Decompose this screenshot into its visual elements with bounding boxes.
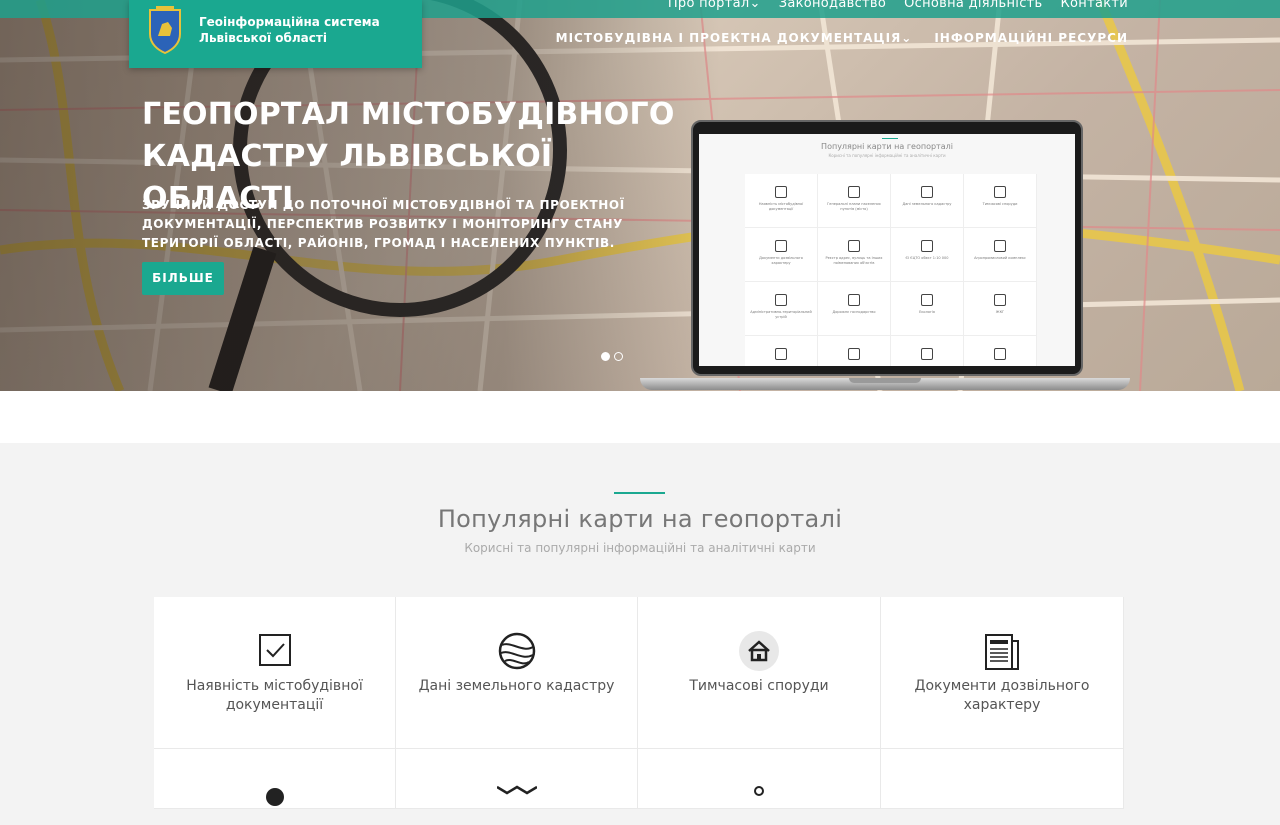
mini-accent-line [882, 138, 898, 139]
map-card-label: Дані земельного кадастру [418, 678, 615, 694]
checkbox-icon [258, 634, 291, 666]
hero-subtitle: ЗРУЧНИЙ ДОСТУП ДО ПОТОЧНОЇ МІСТОБУДІВНОЇ… [142, 198, 625, 250]
mini-card: Тимчасові споруди [964, 174, 1037, 228]
map-icon [496, 785, 537, 795]
mini-card [964, 336, 1037, 366]
mini-icon [848, 348, 860, 360]
pin-icon [265, 788, 284, 806]
mini-card: Дані земельного кадастру [891, 174, 964, 228]
mini-icon [994, 240, 1006, 252]
mini-card: Документи дозвільного характеру [745, 228, 818, 282]
site-title: Геоінформаційна система Львівської облас… [199, 15, 380, 45]
house-icon [739, 631, 779, 671]
more-button[interactable]: БІЛЬШЕ [142, 262, 224, 295]
section-accent-line [614, 492, 665, 494]
laptop-notch [849, 378, 921, 383]
chevron-down-icon: ⌄ [749, 0, 761, 11]
carousel-dot-2[interactable] [614, 352, 623, 361]
mini-icon [775, 186, 787, 198]
nav-activity[interactable]: Основна діяльність [904, 0, 1042, 11]
nav-urban-docs[interactable]: МІСТОБУДІВНА І ПРОЕКТНА ДОКУМЕНТАЦІЯ⌄ [556, 31, 913, 45]
map-card-label: Документи дозвільного характеру [914, 678, 1090, 713]
mini-icon [994, 294, 1006, 306]
laptop-screen: Популярні карти на геопорталі Корисні та… [699, 134, 1075, 366]
nav-info-resources[interactable]: ІНФОРМАЦІЙНІ РЕСУРСИ [934, 31, 1128, 45]
mini-icon [921, 294, 933, 306]
mini-icon [848, 186, 860, 198]
mini-card: ЖКГ [964, 282, 1037, 336]
newspaper-icon [985, 634, 1019, 670]
mini-icon [775, 240, 787, 252]
mini-icon [921, 348, 933, 360]
popular-maps-grid: Наявність містобудівної документації Дан… [154, 597, 1124, 809]
main-nav: МІСТОБУДІВНА І ПРОЕКТНА ДОКУМЕНТАЦІЯ⌄ ІН… [556, 31, 1128, 45]
mini-card: Наявність містобудівної документації [745, 174, 818, 228]
carousel-dot-1[interactable] [601, 352, 610, 361]
mini-card: Адміністративно-територіальний устрій [745, 282, 818, 336]
site-logo[interactable]: Геоінформаційна система Львівської облас… [129, 0, 422, 68]
mini-card: Агропромисловий комплекс [964, 228, 1037, 282]
nav-contacts[interactable]: Контакти [1061, 0, 1129, 11]
mini-subtitle: Корисні та популярні інформаційні та ана… [828, 153, 946, 158]
crest-icon [149, 6, 181, 54]
section-subtitle: Корисні та популярні інформаційні та ана… [464, 541, 816, 555]
carousel-dots [601, 352, 623, 361]
mini-icon [775, 348, 787, 360]
mini-card: ЄІ ЄЦТО обєкт 1:10 000 [891, 228, 964, 282]
map-card-urban-docs[interactable]: Наявність містобудівної документації [154, 597, 396, 749]
nav-about[interactable]: Про портал⌄ [668, 0, 761, 11]
section-title: Популярні карти на геопорталі [437, 505, 843, 533]
top-nav: Про портал⌄ Законодавство Основна діяльн… [668, 0, 1128, 11]
mini-icon [994, 186, 1006, 198]
nav-legislation[interactable]: Законодавство [779, 0, 886, 11]
map-card[interactable] [638, 749, 881, 809]
mini-card: Дорожнє господарство [818, 282, 891, 336]
laptop-mockup: Популярні карти на геопорталі Корисні та… [640, 120, 1130, 395]
mini-title: Популярні карти на геопорталі [821, 142, 953, 151]
mini-grid: Наявність містобудівної документації Ген… [745, 174, 1037, 366]
white-band [0, 391, 1280, 443]
map-card[interactable] [396, 749, 638, 809]
map-card-label: Тимчасові споруди [689, 678, 829, 694]
mini-card [818, 336, 891, 366]
mini-icon [848, 240, 860, 252]
map-card[interactable] [881, 749, 1124, 809]
person-icon [754, 786, 764, 796]
map-card-land-cadastre[interactable]: Дані земельного кадастру [396, 597, 638, 749]
chevron-down-icon: ⌄ [901, 31, 913, 45]
map-card[interactable] [154, 749, 396, 809]
mini-card: Екологія [891, 282, 964, 336]
map-card-label: Наявність містобудівної документації [186, 678, 363, 713]
mini-icon [921, 186, 933, 198]
mini-card [745, 336, 818, 366]
globe-icon [498, 632, 535, 670]
map-card-permit-documents[interactable]: Документи дозвільного характеру [881, 597, 1124, 749]
mini-card: Генеральні плани населених пунктів (міст… [818, 174, 891, 228]
mini-icon [994, 348, 1006, 360]
mini-icon [921, 240, 933, 252]
mini-card: Реєстр адрес, вулиць та інших поіменован… [818, 228, 891, 282]
mini-icon [775, 294, 787, 306]
map-card-temporary-structures[interactable]: Тимчасові споруди [638, 597, 881, 749]
mini-icon [848, 294, 860, 306]
mini-card [891, 336, 964, 366]
